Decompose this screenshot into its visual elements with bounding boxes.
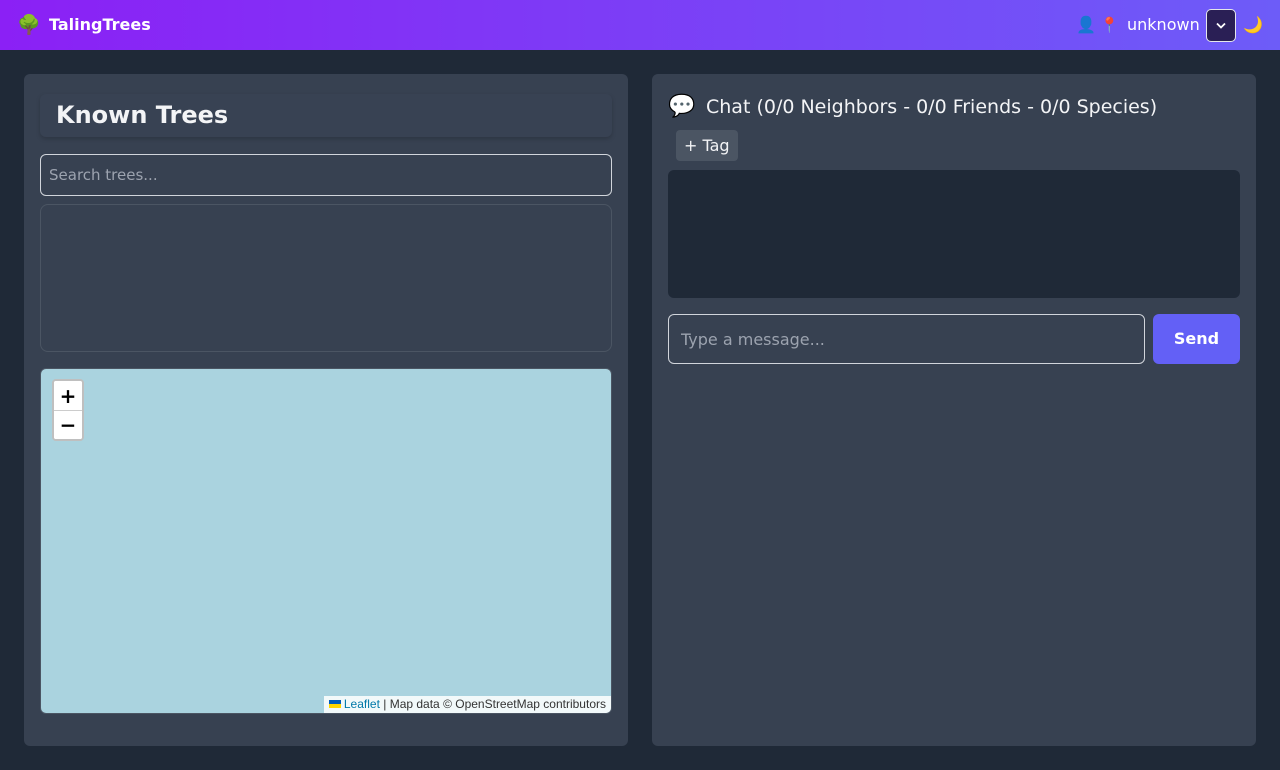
leaflet-link[interactable]: Leaflet [344, 697, 380, 711]
location-select[interactable] [1206, 9, 1236, 42]
trees-title-box: Known Trees [40, 94, 612, 137]
location-label: unknown [1127, 15, 1200, 34]
dark-mode-toggle-icon[interactable]: 🌙 [1243, 14, 1263, 36]
app-title: TalingTrees [49, 15, 151, 34]
ukraine-flag-icon [328, 700, 341, 708]
zoom-in-button[interactable]: + [54, 381, 82, 411]
add-tag-button[interactable]: + Tag [676, 130, 738, 161]
map-attribution: Leaflet | Map data © OpenStreetMap contr… [323, 696, 611, 713]
trees-heading: Known Trees [56, 101, 229, 129]
zoom-out-button[interactable]: − [54, 411, 82, 439]
trees-panel: Known Trees + − Leaflet | Map data © Ope… [24, 74, 628, 746]
tree-icon: 🌳 [17, 14, 41, 36]
location-pin-icon: 📍 [1100, 16, 1119, 34]
send-button[interactable]: Send [1153, 314, 1240, 364]
tree-search-input[interactable] [40, 154, 612, 196]
chat-title: Chat (0/0 Neighbors - 0/0 Friends - 0/0 … [706, 96, 1158, 118]
message-input[interactable] [668, 314, 1145, 364]
attribution-text: | Map data © OpenStreetMap contributors [383, 697, 606, 711]
chat-messages [668, 170, 1240, 298]
map[interactable]: + − Leaflet | Map data © OpenStreetMap c… [40, 368, 612, 714]
tree-list[interactable] [40, 204, 612, 352]
chevron-down-icon [1216, 22, 1226, 29]
chat-header: 💬 Chat (0/0 Neighbors - 0/0 Friends - 0/… [668, 92, 1157, 122]
top-bar: 🌳 TalingTrees 👤 📍 unknown 🌙 [0, 0, 1280, 50]
chat-panel: 💬 Chat (0/0 Neighbors - 0/0 Friends - 0/… [652, 74, 1256, 746]
speech-bubble-icon: 💬 [668, 94, 696, 119]
user-icon[interactable]: 👤 [1076, 15, 1096, 35]
brand: 🌳 TalingTrees [17, 13, 151, 37]
zoom-control: + − [52, 379, 84, 441]
